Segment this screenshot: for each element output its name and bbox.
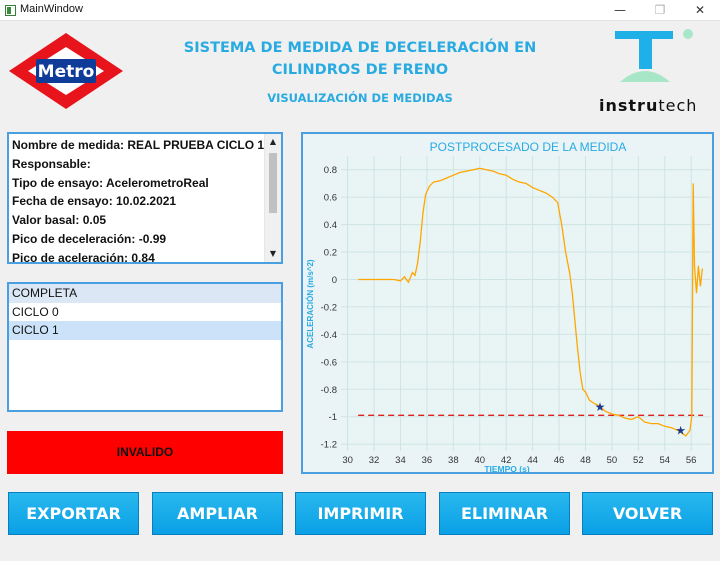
app-window-icon — [5, 5, 16, 16]
export-button[interactable]: EXPORTAR — [8, 492, 139, 535]
zoom-button[interactable]: AMPLIAR — [152, 492, 283, 535]
app-title: SISTEMA DE MEDIDA DE DECELERACIÓN EN CIL… — [160, 37, 560, 81]
info-line-decel-peak: Pico de deceleración: -0.99 — [12, 231, 167, 246]
y-tick-label: 0.8 — [324, 165, 337, 176]
x-axis-label: TIEMPO (s) — [484, 464, 530, 472]
info-line-responsible: Responsable: — [12, 156, 91, 171]
x-tick-label: 52 — [633, 455, 644, 466]
title-bar: MainWindow — ❐ ✕ — [0, 0, 720, 21]
app-title-line1: SISTEMA DE MEDIDA DE DECELERACIÓN EN — [183, 40, 537, 56]
measurement-info-panel[interactable]: Nombre de medida: REAL PRUEBA CICLO 1 Re… — [7, 132, 283, 264]
x-tick-label: 32 — [369, 455, 380, 466]
measurement-info-lines: Nombre de medida: REAL PRUEBA CICLO 1 Re… — [12, 136, 265, 264]
chart-panel: POSTPROCESADO DE LA MEDIDA 30 32 34 36 38 40 4… — [301, 132, 714, 474]
info-line-test-type: Tipo de ensayo: AcelerometroReal — [12, 175, 209, 190]
window-title: MainWindow — [20, 3, 83, 15]
cycle-item-ciclo-0[interactable]: CICLO 0 — [9, 303, 281, 322]
metro-logo: Metro — [9, 33, 123, 109]
instrutech-logo-text: instrutech — [599, 96, 698, 115]
y-tick-label: -0.6 — [321, 357, 337, 368]
y-tick-label: 0 — [332, 275, 337, 286]
x-tick-label: 34 — [395, 455, 406, 466]
info-scrollbar[interactable]: ▲ ▼ — [264, 134, 281, 262]
info-line-accel-peak: Pico de aceleración: 0.84 — [12, 250, 155, 264]
x-tick-label: 30 — [342, 455, 353, 466]
info-line-basal: Valor basal: 0.05 — [12, 213, 107, 228]
x-tick-label: 46 — [554, 455, 565, 466]
scroll-up-arrow-icon[interactable]: ▲ — [265, 134, 281, 150]
scroll-down-arrow-icon[interactable]: ▼ — [265, 246, 281, 262]
maximize-button[interactable]: ❐ — [640, 0, 680, 21]
cycle-list[interactable]: COMPLETA CICLO 0 CICLO 1 — [7, 282, 283, 412]
y-tick-label: -0.8 — [321, 385, 337, 396]
y-tick-label: 0.2 — [324, 248, 337, 259]
y-tick-label: -1 — [329, 412, 337, 423]
y-tick-label: -1.2 — [321, 440, 337, 451]
y-tick-label: -0.2 — [321, 302, 337, 313]
peak-marker-star-icon: ★ — [595, 400, 606, 414]
y-tick-label: 0.4 — [324, 220, 337, 231]
chart-title: POSTPROCESADO DE LA MEDIDA — [430, 140, 627, 154]
print-button[interactable]: IMPRIMIR — [295, 492, 426, 535]
acceleration-chart: POSTPROCESADO DE LA MEDIDA 30 32 34 36 38 40 4… — [306, 140, 711, 474]
instrutech-logo-icon — [615, 29, 693, 82]
close-button[interactable]: ✕ — [680, 0, 720, 21]
cycle-item-ciclo-1[interactable]: CICLO 1 — [9, 321, 281, 340]
x-tick-label: 38 — [448, 455, 459, 466]
y-axis-label: ACELERACIÓN (m/s^2) — [306, 259, 315, 348]
y-tick-label: -0.4 — [321, 330, 337, 341]
info-line-date: Fecha de ensayo: 10.02.2021 — [12, 194, 177, 209]
x-tick-label: 36 — [422, 455, 433, 466]
page-subtitle: VISUALIZACIÓN DE MEDIDAS — [267, 91, 453, 105]
info-line-name: Nombre de medida: REAL PRUEBA CICLO 1 — [12, 138, 265, 152]
metro-logo-text: Metro — [38, 62, 95, 82]
minimize-button[interactable]: — — [600, 0, 640, 21]
back-button[interactable]: VOLVER — [582, 492, 713, 535]
y-tick-label: 0.6 — [324, 193, 337, 204]
plot-area — [341, 156, 711, 451]
peak-marker-star-icon: ★ — [675, 423, 686, 437]
app-title-line2: CILINDROS DE FRENO — [271, 62, 449, 78]
scroll-thumb[interactable] — [269, 153, 277, 213]
x-tick-label: 56 — [686, 455, 697, 466]
delete-button[interactable]: ELIMINAR — [439, 492, 570, 535]
cycle-item-completa[interactable]: COMPLETA — [9, 284, 281, 303]
x-tick-label: 54 — [659, 455, 670, 466]
x-tick-label: 50 — [607, 455, 618, 466]
validity-status-badge: INVALIDO — [7, 431, 283, 474]
x-tick-label: 48 — [580, 455, 591, 466]
